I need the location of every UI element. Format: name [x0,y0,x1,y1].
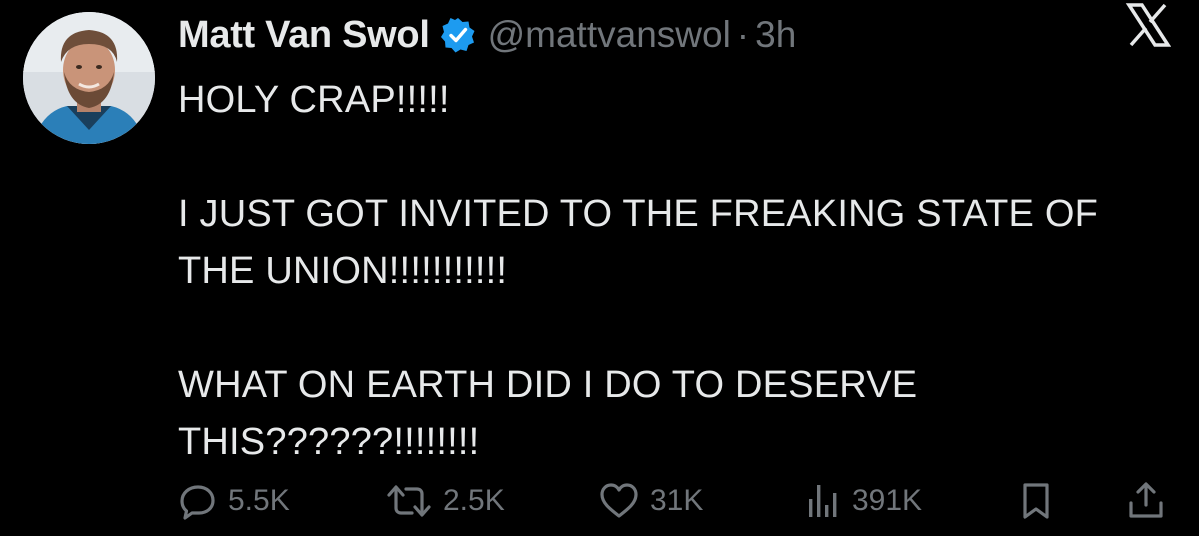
tweet-text-line: HOLY CRAP!!!!! [178,79,450,121]
x-logo-icon[interactable] [1125,2,1172,48]
reply-count: 5.5K [228,484,290,517]
reply-button[interactable]: 5.5K [178,476,290,526]
like-count: 31K [650,484,704,517]
tweet-header: Matt Van Swol @mattvanswol · 3h [178,10,796,60]
share-icon [1129,482,1163,518]
reply-icon [180,485,215,520]
retweet-button[interactable]: 2.5K [385,476,505,526]
like-button[interactable]: 31K [598,476,703,526]
tweet-text-line: I JUST GOT INVITED TO THE FREAKING STATE… [178,193,1099,292]
retweet-count: 2.5K [443,484,505,517]
views-button[interactable]: 391K [806,476,922,526]
tweet[interactable]: Matt Van Swol @mattvanswol · 3h HOLY CRA… [0,0,1199,536]
tweet-text-line: WHAT ON EARTH DID I DO TO DESERVE THIS??… [178,364,918,463]
views-icon [809,485,837,517]
author-handle[interactable]: @mattvanswol [488,14,731,56]
separator-dot: · [736,14,750,55]
tweet-text: HOLY CRAP!!!!! I JUST GOT INVITED TO THE… [178,72,1158,471]
author-name[interactable]: Matt Van Swol [178,14,430,57]
views-count: 391K [852,484,923,517]
avatar-photo [23,12,155,144]
action-bar: 5.5K 2.5K 31K 391K [178,476,1168,526]
timestamp[interactable]: 3h [755,14,796,56]
verified-badge-icon[interactable] [440,17,476,53]
retweet-icon [387,485,431,517]
bookmark-icon [1023,483,1049,519]
avatar[interactable] [23,12,155,144]
heart-icon [600,483,638,518]
bookmark-button[interactable] [1018,476,1054,526]
share-button[interactable] [1126,476,1166,526]
